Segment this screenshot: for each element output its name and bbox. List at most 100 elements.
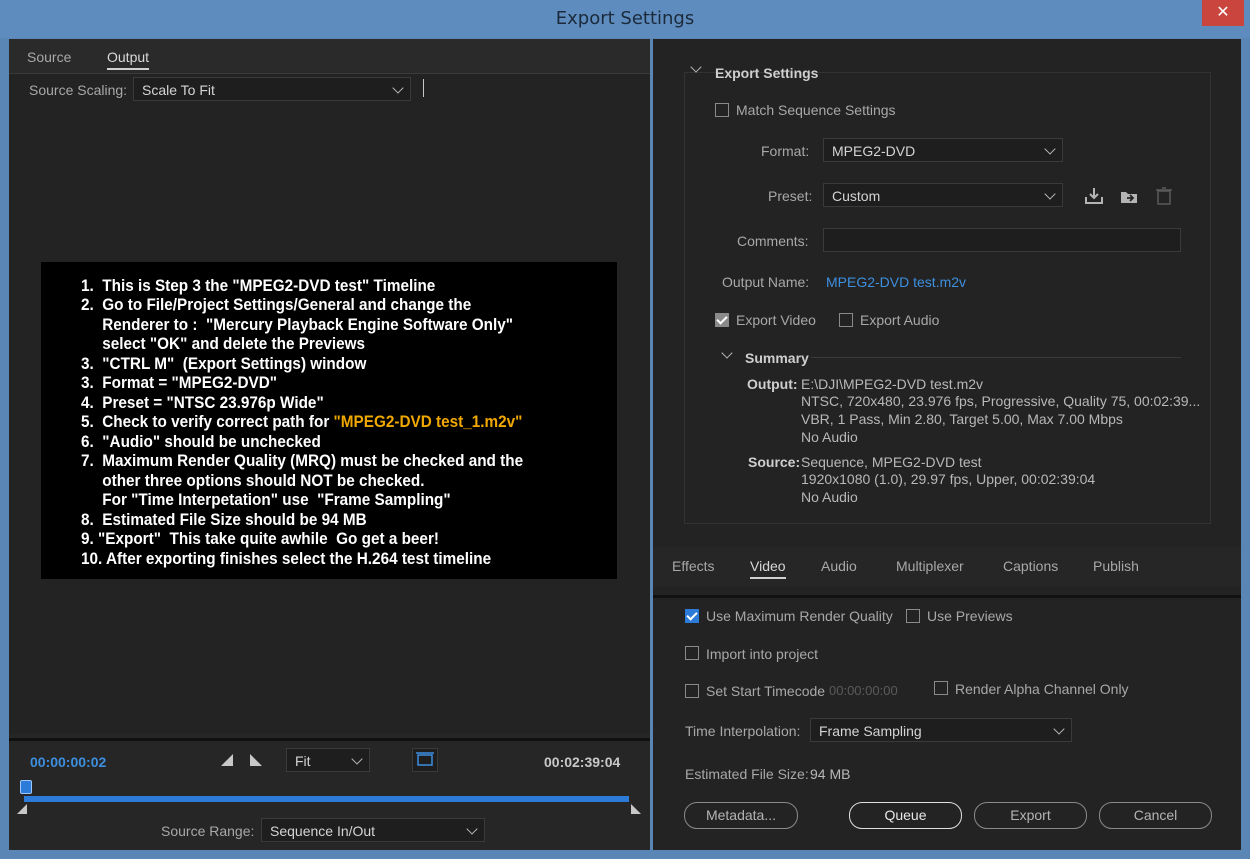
out-point-handle[interactable] [631, 804, 641, 814]
summary-source-line: No Audio [801, 489, 858, 505]
divider [9, 738, 650, 741]
video-text-line: select "OK" and delete the Previews [81, 334, 366, 353]
aspect-toggle-button[interactable] [412, 748, 438, 772]
divider [653, 595, 1241, 598]
source-scaling-dropdown[interactable]: Scale To Fit [133, 77, 411, 101]
comments-label: Comments: [737, 233, 809, 249]
video-text-line: 7. Maximum Render Quality (MRQ) must be … [81, 451, 524, 470]
source-scaling-value: Scale To Fit [142, 82, 215, 98]
queue-button[interactable]: Queue [849, 802, 962, 829]
summary-output-line: VBR, 1 Pass, Min 2.80, Target 5.00, Max … [801, 411, 1123, 427]
video-text-line: 6. "Audio" should be unchecked [81, 432, 321, 451]
export-button[interactable]: Export [974, 802, 1087, 829]
chevron-down-icon[interactable] [690, 61, 702, 73]
summary-source-line: 1920x1080 (1.0), 29.97 fps, Upper, 00:02… [801, 471, 1096, 487]
fit-frame-icon [416, 752, 434, 766]
source-range-dropdown[interactable]: Sequence In/Out [261, 818, 485, 842]
render-alpha-label: Render Alpha Channel Only [955, 681, 1129, 697]
start-tc-field[interactable]: 00:00:00:00 [829, 683, 898, 698]
total-duration: 00:02:39:04 [544, 754, 621, 770]
tab-publish[interactable]: Publish [1093, 558, 1139, 574]
tab-output[interactable]: Output [107, 49, 150, 70]
tab-multiplexer[interactable]: Multiplexer [896, 558, 964, 574]
time-interp-value: Frame Sampling [819, 723, 922, 739]
time-interp-dropdown[interactable]: Frame Sampling [810, 718, 1072, 742]
chevron-down-icon [351, 753, 363, 765]
summary-title[interactable]: Summary [745, 350, 809, 366]
chevron-down-icon [1053, 723, 1065, 735]
section-title[interactable]: Export Settings [715, 65, 818, 81]
save-preset-icon[interactable] [1083, 186, 1105, 206]
import-preset-icon[interactable] [1118, 186, 1140, 206]
format-label: Format: [761, 143, 810, 159]
window-frame: Export Settings ✕ Source Output Source S… [0, 0, 1250, 859]
use-max-render-label: Use Maximum Render Quality [706, 608, 893, 624]
use-max-render-checkbox[interactable] [685, 609, 699, 623]
video-text-line-part: 5. Check to verify correct path for [81, 412, 334, 431]
tab-effects[interactable]: Effects [672, 558, 715, 574]
use-previews-checkbox[interactable] [906, 609, 920, 623]
video-text-line: Renderer to : "Mercury Playback Engine S… [81, 315, 513, 334]
format-value: MPEG2-DVD [832, 143, 916, 159]
chevron-down-icon [466, 823, 478, 835]
video-text-line: 5. Check to verify correct path for "MPE… [81, 412, 522, 432]
use-previews-label: Use Previews [927, 608, 1013, 624]
mark-in-icon[interactable] [221, 754, 233, 766]
video-text-line: 4. Preset = "NTSC 23.976p Wide" [81, 393, 324, 412]
summary-output-line: E:\DJI\MPEG2-DVD test.m2v [801, 376, 984, 392]
video-text-line: 10. After exporting finishes select the … [81, 549, 492, 568]
settings-pane: Export Settings Match Sequence Settings … [653, 39, 1241, 850]
divider [9, 73, 650, 74]
video-text-line: 2. Go to File/Project Settings/General a… [81, 295, 472, 314]
comments-input[interactable] [823, 228, 1181, 252]
set-start-tc-label: Set Start Timecode [706, 683, 826, 699]
match-sequence-checkbox[interactable] [715, 103, 729, 117]
video-text-highlight: "MPEG2-DVD test_1.m2v" [333, 412, 523, 431]
format-dropdown[interactable]: MPEG2-DVD [823, 138, 1063, 162]
in-point-handle[interactable] [17, 804, 27, 814]
video-preview: 1. This is Step 3 the "MPEG2-DVD test" T… [41, 262, 617, 579]
match-sequence-label: Match Sequence Settings [736, 102, 896, 118]
cancel-button[interactable]: Cancel [1099, 802, 1212, 829]
import-project-checkbox[interactable] [685, 646, 699, 660]
render-alpha-checkbox[interactable] [934, 681, 948, 695]
source-scaling-label: Source Scaling: [29, 82, 128, 98]
time-interp-label: Time Interpolation: [685, 723, 801, 739]
current-timecode[interactable]: 00:00:00:02 [30, 754, 106, 770]
tab-captions[interactable]: Captions [1003, 558, 1058, 574]
window-title: Export Settings [555, 8, 695, 29]
title-bar[interactable]: Export Settings ✕ [0, 0, 1250, 38]
metadata-button[interactable]: Metadata... [684, 802, 798, 829]
mark-out-icon[interactable] [250, 754, 262, 766]
zoom-dropdown[interactable]: Fit [286, 748, 370, 772]
chevron-down-icon [1044, 143, 1056, 155]
summary-source-line: Sequence, MPEG2-DVD test [801, 454, 982, 470]
export-video-checkbox[interactable] [715, 313, 729, 327]
close-icon[interactable]: ✕ [1202, 0, 1244, 26]
summary-output-line: NTSC, 720x480, 23.976 fps, Progressive, … [801, 393, 1201, 409]
tab-audio[interactable]: Audio [821, 558, 857, 574]
preview-tabs: Source Output [9, 39, 650, 73]
summary-output-line: No Audio [801, 429, 858, 445]
delete-preset-icon[interactable] [1155, 186, 1173, 206]
source-range-value: Sequence In/Out [270, 823, 376, 839]
timeline-track[interactable] [24, 796, 629, 802]
source-range-label: Source Range: [161, 823, 255, 839]
preset-dropdown[interactable]: Custom [823, 183, 1063, 207]
tab-video[interactable]: Video [750, 558, 786, 579]
summary-output-label: Output: [747, 376, 798, 392]
summary-source-label: Source: [748, 454, 801, 470]
set-start-tc-checkbox[interactable] [685, 684, 699, 698]
chevron-down-icon [392, 82, 404, 94]
est-size-value: 94 MB [810, 766, 851, 782]
tab-source[interactable]: Source [27, 49, 71, 65]
export-audio-checkbox[interactable] [839, 313, 853, 327]
playhead-handle[interactable] [20, 780, 32, 794]
output-name-link[interactable]: MPEG2-DVD test.m2v [826, 274, 966, 290]
video-text-line: 8. Estimated File Size should be 94 MB [81, 510, 367, 529]
video-text-line: other three options should NOT be checke… [81, 471, 425, 490]
divider [811, 357, 1181, 358]
preset-label: Preset: [768, 188, 813, 204]
import-project-label: Import into project [706, 646, 819, 662]
zoom-value: Fit [295, 753, 311, 769]
